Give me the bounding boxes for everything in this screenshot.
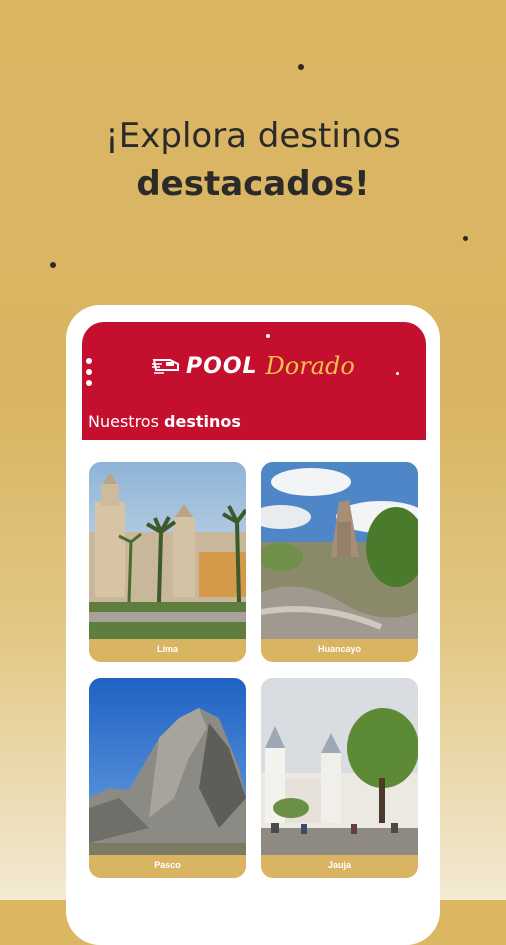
destination-card-lima[interactable]: Lima — [89, 462, 246, 662]
decor-dot — [463, 236, 468, 241]
destination-name: Huancayo — [317, 644, 361, 654]
decor-dot — [50, 262, 56, 268]
headline-line2: destacados! — [136, 164, 370, 204]
app-screen: POOL Dorado Nuestros destinos Lima Huanc… — [82, 322, 426, 922]
destination-name: Pasco — [154, 860, 181, 870]
section-title: Nuestros destinos — [88, 412, 241, 431]
decor-dot — [298, 64, 304, 70]
destination-card-huancayo[interactable]: Huancayo — [261, 462, 418, 662]
section-title-bold: destinos — [164, 412, 241, 431]
destination-card-jauja[interactable]: Jauja — [261, 678, 418, 878]
promo-headline: ¡Explora destinos destacados! — [0, 112, 506, 208]
destination-name: Lima — [156, 644, 178, 654]
bus-logo-icon — [152, 359, 179, 374]
app-logo: POOL Dorado — [152, 344, 355, 388]
lima-photo — [89, 462, 246, 639]
destination-card-pasco[interactable]: Pasco — [89, 678, 246, 878]
jauja-photo — [261, 678, 418, 855]
pasco-photo — [89, 678, 246, 855]
section-title-prefix: Nuestros — [88, 412, 159, 431]
logo-dorado-text: Dorado — [265, 352, 355, 380]
destination-name: Jauja — [327, 860, 351, 870]
decor-dot — [396, 372, 399, 375]
menu-icon[interactable] — [86, 358, 94, 391]
decor-dot — [266, 334, 270, 338]
logo-pool-text: POOL — [186, 353, 258, 379]
headline-line1: ¡Explora destinos — [105, 116, 401, 156]
app-header: POOL Dorado Nuestros destinos — [82, 322, 426, 440]
huancayo-photo — [261, 462, 418, 639]
